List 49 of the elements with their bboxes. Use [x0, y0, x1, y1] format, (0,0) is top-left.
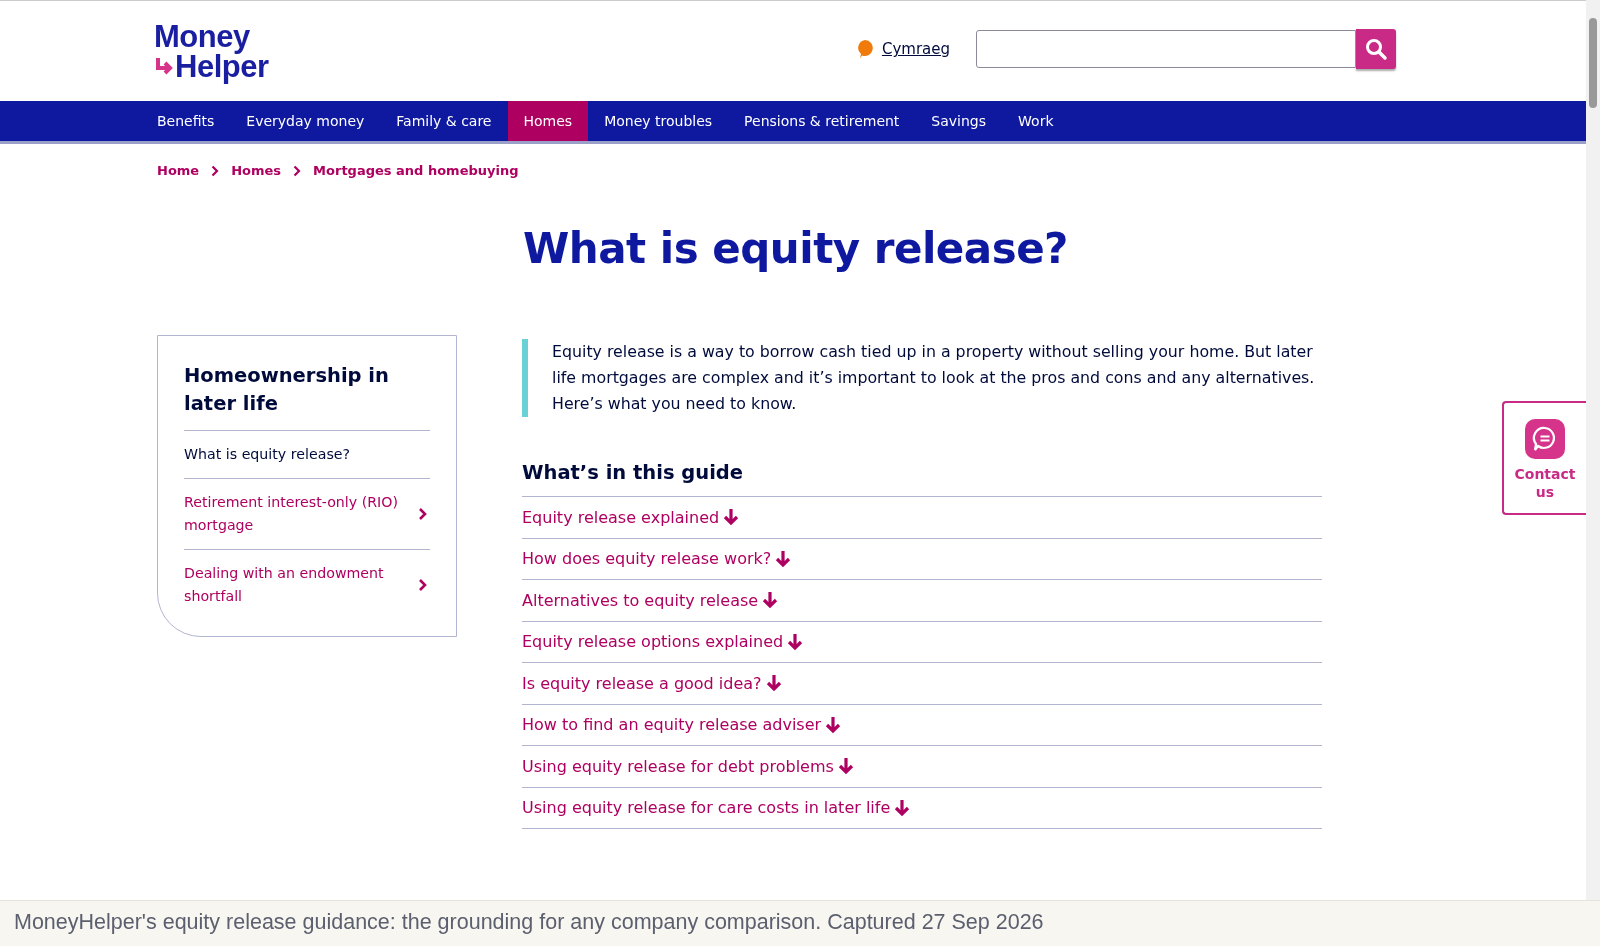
contact-tab[interactable]: Contact us — [1502, 401, 1586, 515]
guide-link[interactable]: How does equity release work? — [522, 538, 1322, 580]
nav-tab[interactable]: Benefits — [141, 101, 231, 141]
search-field[interactable] — [976, 29, 1356, 68]
breadcrumb-link[interactable]: Mortgages and homebuying — [313, 163, 519, 178]
breadcrumb-link[interactable]: Home — [157, 163, 200, 178]
breadcrumb-link[interactable]: Homes — [231, 163, 282, 178]
intro-paragraph: Equity release is a way to borrow cash tied up in a property without selling your home. But later life mortgages are complex and it’s important to look at the pros and cons and any alternatives. Here’s what you need to know. — [552, 341, 1316, 415]
down-arrow-icon — [723, 508, 740, 527]
chevron-icon — [211, 164, 220, 177]
chevron-icon — [418, 578, 427, 592]
guide-link[interactable]: Alternatives to equity release — [522, 580, 1322, 622]
sidebar-link[interactable]: What is equity release? — [184, 430, 430, 478]
speech-bubble-icon — [855, 39, 874, 59]
nav-tab[interactable]: Pensions & retirement — [728, 101, 916, 141]
chevron-icon — [293, 164, 302, 177]
logo[interactable]: Money Helper — [154, 22, 269, 82]
guide-link[interactable]: How to find an equity release adviser — [522, 704, 1322, 746]
scrollbar[interactable] — [1586, 0, 1600, 900]
sidebar-title: Homeownership in later life — [184, 363, 390, 417]
nav-tab[interactable]: Savings — [915, 101, 1003, 141]
down-arrow-icon — [894, 798, 911, 817]
down-arrow-icon — [775, 549, 792, 568]
guide-link[interactable]: Equity release explained — [522, 497, 1322, 539]
nav-tab[interactable]: Homes — [507, 101, 589, 141]
nav-tab[interactable]: Work — [1002, 101, 1070, 141]
language-link[interactable]: Cymraeg — [881, 40, 950, 58]
sidebar-link[interactable]: Dealing with an endowment shortfall — [184, 549, 430, 620]
chat-icon — [1525, 419, 1565, 459]
chevron-icon — [418, 507, 427, 521]
nav-tab[interactable]: Everyday money — [230, 101, 381, 141]
guide-link[interactable]: Equity release options explained — [522, 621, 1322, 663]
nav-tab[interactable]: Family & care — [380, 101, 508, 141]
down-arrow-icon — [837, 757, 854, 776]
nav-tab[interactable]: Money troubles — [588, 101, 729, 141]
search-button[interactable] — [1356, 28, 1396, 69]
search-icon — [1364, 36, 1388, 61]
guide-link[interactable]: Is equity release a good idea? — [522, 663, 1322, 705]
down-arrow-icon — [825, 715, 842, 734]
guide-link[interactable]: Using equity release for debt problems — [522, 746, 1322, 788]
guide-heading: What’s in this guide — [522, 461, 745, 484]
down-arrow-icon — [762, 591, 779, 610]
logo-text: Money — [154, 22, 251, 52]
page-title: What is equity release? — [523, 224, 1069, 273]
guide-link[interactable]: Using equity release for care costs in later life — [522, 787, 1322, 829]
caption-text: MoneyHelper's equity release guidance: the grounding for any company comparison. Captured 27 Sep 2026 — [0, 900, 1600, 946]
down-arrow-icon — [765, 674, 782, 693]
down-arrow-icon — [787, 632, 804, 651]
sidebar-link[interactable]: Retirement interest-only (RIO) mortgage — [184, 478, 430, 549]
